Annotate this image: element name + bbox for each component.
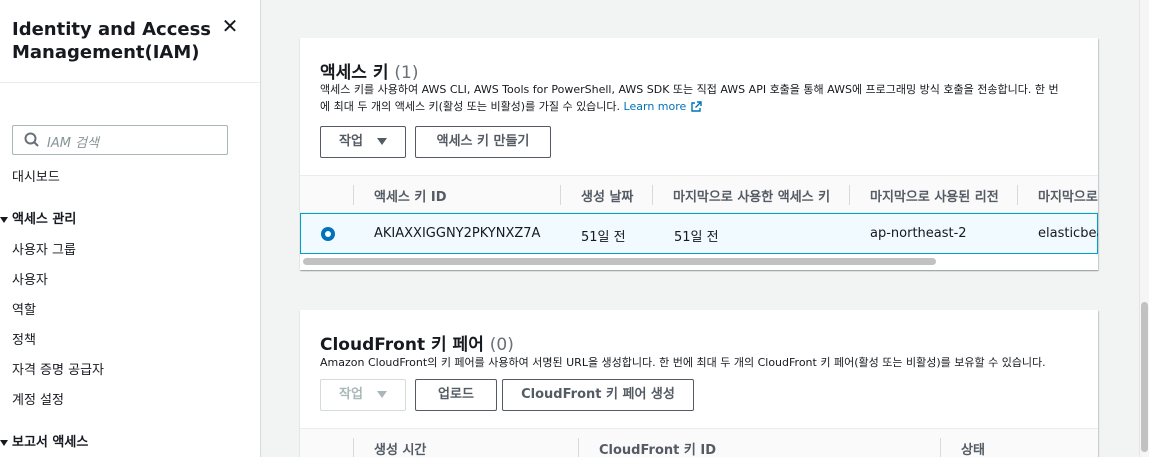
column-separator bbox=[1017, 185, 1018, 205]
search-placeholder: IAM 검색 bbox=[47, 136, 99, 151]
col-created[interactable]: 생성 날짜 bbox=[581, 186, 633, 205]
col-last-used[interactable]: 마지막으로 사용한 액세스 키 bbox=[673, 186, 830, 205]
chevron-down-icon bbox=[0, 216, 8, 223]
cloudfront-title: CloudFront 키 페어 (0) bbox=[320, 335, 514, 355]
learn-more-link[interactable]: Learn more bbox=[624, 100, 687, 113]
access-key-last-used: 51일 전 bbox=[674, 230, 719, 245]
cloudfront-keys-panel: CloudFront 키 페어 (0) Amazon CloudFront의 키… bbox=[300, 310, 1098, 457]
sidebar-item-identity-providers[interactable]: 자격 증명 공급자 bbox=[12, 359, 104, 378]
cloudfront-table-header: 생성 시간 CloudFront 키 ID 상태 bbox=[300, 428, 1098, 457]
cloudfront-count: (0) bbox=[489, 335, 514, 355]
table-row[interactable]: AKIAXXIGGNY2PKYNXZ7A 51일 전 51일 전 ap-nort… bbox=[300, 213, 1098, 254]
column-separator bbox=[849, 185, 850, 205]
sidebar-item-policies[interactable]: 정책 bbox=[12, 329, 36, 348]
access-keys-table-header: 액세스 키 ID 생성 날짜 마지막으로 사용한 액세스 키 마지막으로 사용된… bbox=[300, 175, 1098, 213]
sidebar-item-account-settings[interactable]: 계정 설정 bbox=[12, 389, 64, 408]
access-key-service: elasticbea bbox=[1038, 226, 1098, 241]
upload-button[interactable]: 업로드 bbox=[415, 379, 497, 411]
sidebar-section-reports[interactable]: 보고서 액세스 bbox=[0, 431, 88, 450]
sidebar: Identity and Access Management(IAM) ✕ IA… bbox=[0, 0, 261, 457]
sidebar-item-roles[interactable]: 역할 bbox=[12, 299, 36, 318]
col-created-time[interactable]: 생성 시간 bbox=[374, 439, 426, 457]
create-cloudfront-key-pair-button[interactable]: CloudFront 키 페어 생성 bbox=[502, 379, 694, 411]
access-keys-count: (1) bbox=[394, 63, 419, 83]
cloudfront-actions-button: 작업 bbox=[320, 379, 406, 411]
search-icon bbox=[24, 132, 39, 147]
access-key-id: AKIAXXIGGNY2PKYNXZ7A bbox=[374, 226, 541, 241]
access-keys-description: 액세스 키를 사용하여 AWS CLI, AWS Tools for Power… bbox=[320, 83, 1059, 113]
create-access-key-button[interactable]: 액세스 키 만들기 bbox=[415, 126, 551, 158]
column-separator bbox=[578, 438, 579, 457]
horizontal-scrollbar[interactable] bbox=[303, 258, 936, 265]
col-access-key-id[interactable]: 액세스 키 ID bbox=[374, 186, 447, 205]
sidebar-item-users[interactable]: 사용자 bbox=[12, 269, 48, 288]
access-keys-panel: 액세스 키 (1) 액세스 키를 사용하여 AWS CLI, AWS Tools… bbox=[300, 38, 1098, 270]
access-key-created: 51일 전 bbox=[581, 230, 626, 245]
sidebar-title[interactable]: Identity and Access Management(IAM) bbox=[12, 18, 212, 64]
caret-down-icon bbox=[376, 391, 387, 398]
column-separator bbox=[560, 185, 561, 205]
access-key-region: ap-northeast-2 bbox=[870, 226, 967, 241]
col-cloudfront-key-id[interactable]: CloudFront 키 ID bbox=[599, 439, 716, 457]
close-icon[interactable]: ✕ bbox=[220, 16, 240, 36]
sidebar-divider bbox=[0, 82, 260, 83]
sidebar-section-access[interactable]: 액세스 관리 bbox=[0, 208, 76, 227]
access-keys-title: 액세스 키 (1) bbox=[320, 63, 419, 83]
search-input[interactable]: IAM 검색 bbox=[12, 125, 228, 155]
col-status[interactable]: 상태 bbox=[961, 439, 985, 457]
col-last-region[interactable]: 마지막으로 사용된 리전 bbox=[870, 186, 999, 205]
column-separator bbox=[652, 185, 653, 205]
row-radio-selected[interactable] bbox=[321, 227, 335, 241]
column-separator bbox=[353, 185, 354, 205]
col-last-service[interactable]: 마지막으로 bbox=[1038, 186, 1098, 205]
column-separator bbox=[353, 438, 354, 457]
chevron-down-icon bbox=[0, 439, 8, 446]
actions-dropdown-button[interactable]: 작업 bbox=[320, 126, 406, 158]
caret-down-icon bbox=[376, 138, 387, 145]
vertical-scrollbar-thumb[interactable] bbox=[1141, 302, 1148, 452]
cloudfront-description: Amazon CloudFront의 키 페어를 사용하여 서명된 URL을 생… bbox=[320, 356, 1046, 369]
column-separator bbox=[940, 438, 941, 457]
sidebar-item-user-groups[interactable]: 사용자 그룹 bbox=[12, 239, 76, 258]
external-link-icon[interactable] bbox=[690, 101, 702, 113]
sidebar-item-dashboard[interactable]: 대시보드 bbox=[12, 166, 60, 185]
